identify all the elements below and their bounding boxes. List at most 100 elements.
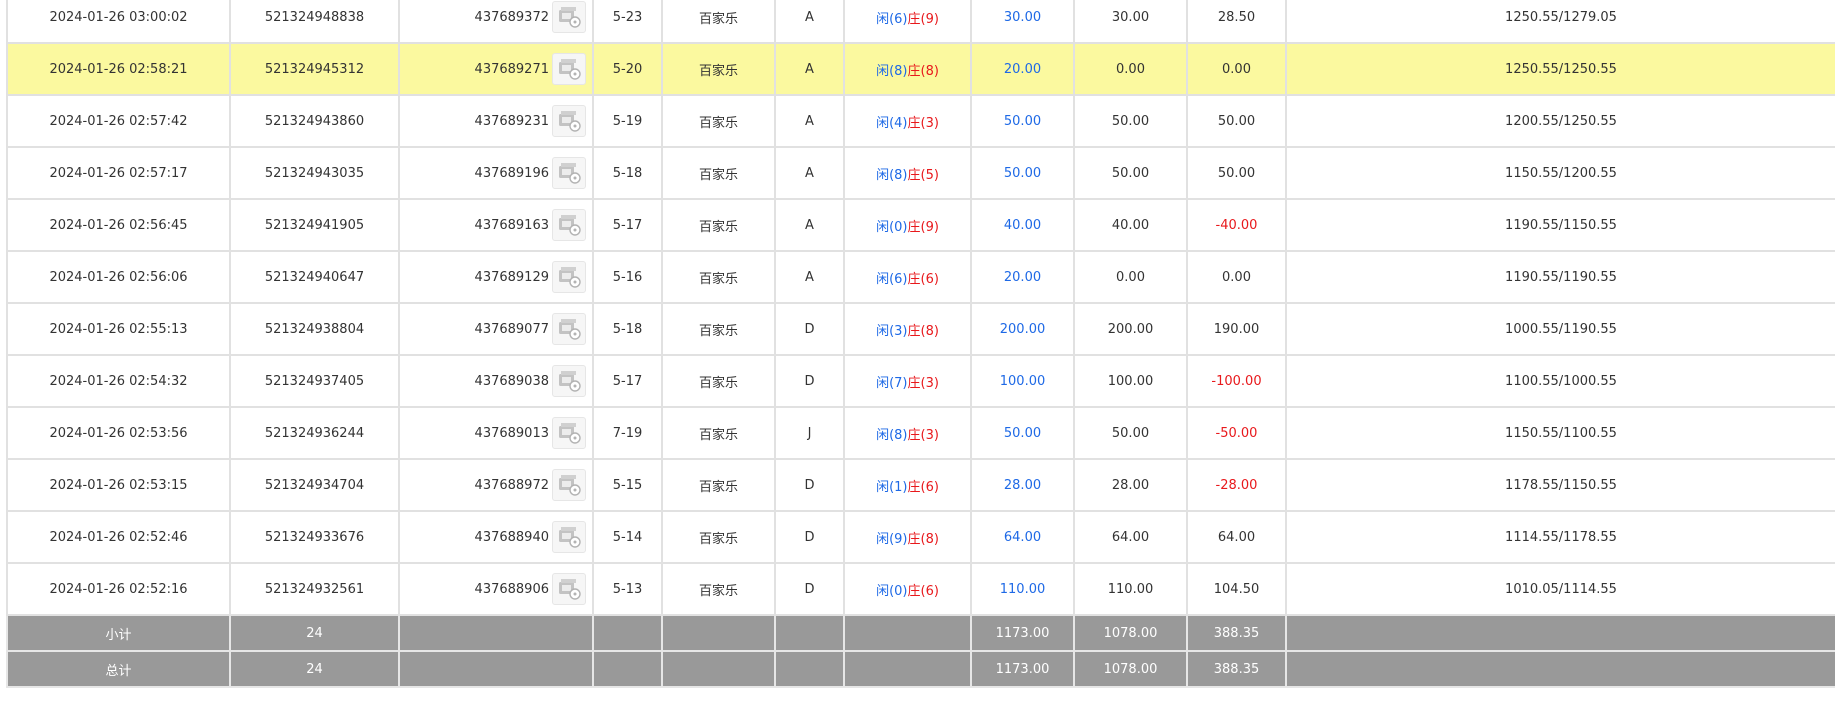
banker-score: (6) (920, 271, 939, 287)
payout: 28.50 (1186, 0, 1287, 44)
round-cell: 437689271 (398, 42, 594, 96)
table-name: D (774, 510, 845, 564)
result-cell: 闲(7)庄(3) (843, 354, 972, 408)
bet-amount: 20.00 (970, 250, 1075, 304)
subtotal-empty (843, 614, 972, 652)
result-cell: 闲(8)庄(3) (843, 406, 972, 460)
table-name: D (774, 302, 845, 356)
result-cell: 闲(1)庄(6) (843, 458, 972, 512)
banker-score: (9) (920, 11, 939, 27)
round-cell: 437689196 (398, 146, 594, 200)
bet-time: 2024-01-26 02:55:13 (6, 302, 231, 356)
payout: 0.00 (1186, 250, 1287, 304)
game-name: 百家乐 (661, 406, 776, 460)
subtotal-row: 小计 24 1173.00 1078.00 388.35 (6, 614, 1835, 652)
subtotal-empty (661, 614, 776, 652)
valid-bet: 40.00 (1073, 198, 1188, 252)
shoe-number: 5-18 (592, 146, 663, 200)
player-score: (8) (889, 167, 908, 183)
banker-score: (6) (920, 583, 939, 599)
bet-records-panel: 2024-01-26 03:00:02 521324948838 4376893… (6, 0, 1835, 688)
player-label: 闲 (876, 115, 890, 131)
player-label: 闲 (876, 63, 890, 79)
card-table-icon[interactable] (552, 417, 586, 449)
round-number: 437689038 (474, 373, 549, 389)
balance: 1190.55/1150.55 (1285, 198, 1835, 252)
order-number: 521324948838 (229, 0, 400, 44)
balance: 1250.55/1250.55 (1285, 42, 1835, 96)
valid-bet: 28.00 (1073, 458, 1188, 512)
bet-time: 2024-01-26 02:57:17 (6, 146, 231, 200)
shoe-number: 5-13 (592, 562, 663, 616)
banker-score: (8) (920, 323, 939, 339)
total-bet: 1173.00 (970, 650, 1075, 688)
table-name: D (774, 458, 845, 512)
game-name: 百家乐 (661, 42, 776, 96)
payout: 190.00 (1186, 302, 1287, 356)
total-label: 总计 (6, 650, 231, 688)
total-empty (398, 650, 594, 688)
result-cell: 闲(3)庄(8) (843, 302, 972, 356)
bet-amount: 50.00 (970, 94, 1075, 148)
round-number: 437689196 (474, 165, 549, 181)
table-name: A (774, 198, 845, 252)
round-number: 437689163 (474, 217, 549, 233)
player-score: (6) (889, 11, 908, 27)
card-table-icon[interactable] (552, 157, 586, 189)
game-name: 百家乐 (661, 94, 776, 148)
banker-label: 庄 (907, 63, 921, 79)
player-label: 闲 (876, 167, 890, 183)
table-row: 2024-01-26 02:54:32 521324937405 4376890… (6, 354, 1835, 408)
order-number: 521324936244 (229, 406, 400, 460)
card-table-icon[interactable] (552, 469, 586, 501)
card-table-icon[interactable] (552, 365, 586, 397)
player-label: 闲 (876, 531, 890, 547)
total-empty (592, 650, 663, 688)
subtotal-empty (398, 614, 594, 652)
subtotal-empty (1285, 614, 1835, 652)
round-cell: 437689038 (398, 354, 594, 408)
round-cell: 437689129 (398, 250, 594, 304)
bet-time: 2024-01-26 02:57:42 (6, 94, 231, 148)
banker-score: (5) (920, 167, 939, 183)
card-table-icon[interactable] (552, 53, 586, 85)
card-table-icon[interactable] (552, 521, 586, 553)
card-table-icon[interactable] (552, 313, 586, 345)
game-name: 百家乐 (661, 198, 776, 252)
round-number: 437689372 (474, 9, 549, 25)
bet-time: 2024-01-26 02:54:32 (6, 354, 231, 408)
balance: 1100.55/1000.55 (1285, 354, 1835, 408)
round-cell: 437689013 (398, 406, 594, 460)
round-number: 437688906 (474, 581, 549, 597)
banker-score: (6) (920, 479, 939, 495)
round-number: 437689231 (474, 113, 549, 129)
round-cell: 437689231 (398, 94, 594, 148)
table-row: 2024-01-26 03:00:02 521324948838 4376893… (6, 0, 1835, 44)
order-number: 521324937405 (229, 354, 400, 408)
shoe-number: 5-18 (592, 302, 663, 356)
player-score: (4) (889, 115, 908, 131)
shoe-number: 7-19 (592, 406, 663, 460)
round-number: 437689077 (474, 321, 549, 337)
card-table-icon[interactable] (552, 1, 586, 33)
bet-amount: 50.00 (970, 406, 1075, 460)
card-table-icon[interactable] (552, 261, 586, 293)
round-cell: 437689163 (398, 198, 594, 252)
bet-time: 2024-01-26 02:52:46 (6, 510, 231, 564)
bet-amount: 110.00 (970, 562, 1075, 616)
card-table-icon[interactable] (552, 573, 586, 605)
banker-score: (9) (920, 219, 939, 235)
card-table-icon[interactable] (552, 105, 586, 137)
payout: 0.00 (1186, 42, 1287, 96)
payout: -50.00 (1186, 406, 1287, 460)
player-score: (7) (889, 375, 908, 391)
bet-amount: 200.00 (970, 302, 1075, 356)
player-score: (8) (889, 63, 908, 79)
payout: 64.00 (1186, 510, 1287, 564)
player-score: (3) (889, 323, 908, 339)
valid-bet: 110.00 (1073, 562, 1188, 616)
card-table-icon[interactable] (552, 209, 586, 241)
player-label: 闲 (876, 583, 890, 599)
balance: 1000.55/1190.55 (1285, 302, 1835, 356)
payout: 50.00 (1186, 94, 1287, 148)
